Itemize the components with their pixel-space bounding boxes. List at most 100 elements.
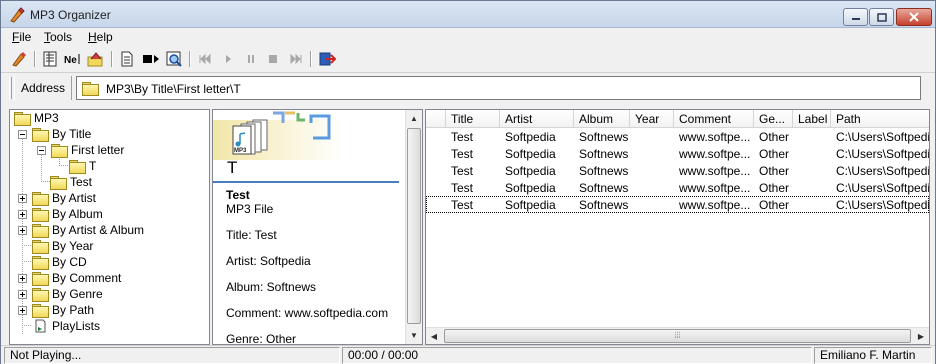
tree-item-label: By Title [52, 127, 92, 141]
folder-icon [32, 240, 49, 254]
tree-item-first-letter[interactable]: First letter [37, 142, 124, 158]
search-icon [166, 51, 182, 67]
minimize-button[interactable] [843, 8, 868, 26]
collapse-icon[interactable] [18, 129, 27, 139]
maximize-button[interactable] [869, 8, 894, 26]
tree-item-by-cd[interactable]: By CD [32, 254, 87, 270]
tree-item-t[interactable]: T [69, 158, 96, 174]
expand-icon[interactable] [18, 273, 27, 283]
tree-item-by-genre[interactable]: By Genre [18, 286, 103, 302]
menu-tools[interactable]: Tools [44, 30, 72, 44]
close-button[interactable] [896, 8, 932, 26]
stop-icon [269, 55, 277, 63]
tag-editor-button[interactable] [40, 50, 60, 68]
table-row[interactable]: Test Softpedia Softnews www.softpe... Other C… [426, 179, 929, 196]
column-header-path[interactable]: Path [831, 110, 929, 128]
scroll-down-button[interactable]: ▼ [406, 327, 422, 344]
tree-item-playlists[interactable]: PlayLists [32, 318, 100, 334]
exit-button[interactable] [317, 50, 337, 68]
next-icon [290, 54, 302, 64]
horizontal-scrollbar[interactable]: ◀ ⦙⦙⦙ ▶ [426, 327, 929, 344]
toolbar-app-button[interactable] [9, 50, 29, 68]
tree-item-by-album[interactable]: By Album [18, 206, 103, 222]
column-header-artist[interactable]: Artist [500, 110, 574, 128]
tree-item-by-artist-album[interactable]: By Artist & Album [18, 222, 144, 238]
column-header-album[interactable]: Album [574, 110, 630, 128]
tree-item-by-year[interactable]: By Year [32, 238, 93, 254]
column-header-blank[interactable] [426, 110, 446, 128]
tree-item-label: By Artist [52, 191, 97, 205]
play-list-button[interactable] [141, 50, 161, 68]
scroll-right-button[interactable]: ▶ [913, 328, 929, 344]
tree-item-by-artist[interactable]: By Artist [18, 190, 96, 206]
scroll-thumb[interactable] [407, 128, 421, 324]
toolbar-separator [189, 51, 191, 67]
tree-item-label: By Year [52, 239, 94, 253]
column-header-comment[interactable]: Comment [674, 110, 754, 128]
tree-connector [22, 245, 31, 246]
column-header-label[interactable]: Label [793, 110, 831, 128]
expand-icon[interactable] [18, 305, 27, 315]
tree-item-by-comment[interactable]: By Comment [18, 270, 121, 286]
column-header-title[interactable]: Title [446, 110, 500, 128]
cell-path: C:\Users\Softpedia [836, 181, 929, 195]
search-button[interactable] [164, 50, 184, 68]
home-folder-button[interactable] [86, 50, 106, 68]
title-bar[interactable]: MP3 Organizer [1, 1, 935, 28]
expand-icon[interactable] [18, 289, 27, 299]
address-label: Address [14, 76, 72, 100]
menu-help-label: elp [96, 30, 113, 44]
pause-button[interactable] [241, 50, 261, 68]
cell-comment: www.softpe... [679, 130, 751, 144]
scroll-thumb[interactable]: ⦙⦙⦙ [444, 329, 911, 343]
play-list-icon [143, 55, 159, 63]
cell-path: C:\Users\Softpedia [836, 198, 929, 212]
table-row[interactable]: Test Softpedia Softnews www.softpe... Other C… [426, 128, 929, 145]
table-row[interactable]: Test Softpedia Softnews www.softpe... Other C… [426, 145, 929, 162]
document-icon [121, 51, 133, 67]
tree-item-test[interactable]: Test [50, 174, 92, 190]
expand-icon[interactable] [18, 209, 27, 219]
document-button[interactable] [117, 50, 137, 68]
expand-icon[interactable] [18, 193, 27, 203]
address-bar-grip[interactable] [9, 77, 12, 99]
tree-connector [22, 325, 31, 326]
stop-button[interactable] [263, 50, 283, 68]
cell-title: Test [451, 198, 474, 212]
tree-item-label: By Album [52, 207, 103, 221]
arrow-left-icon: ◀ [430, 332, 438, 341]
tree-item-mp3[interactable]: MP3 [14, 110, 59, 126]
tree-item-label: MP3 [34, 111, 59, 125]
file-type: MP3 File [226, 202, 274, 216]
menu-help[interactable]: Help [88, 30, 113, 44]
app-window: MP3 Organizer File Tools Help Ne Address… [0, 0, 936, 364]
scroll-left-button[interactable]: ◀ [426, 328, 442, 344]
scroll-up-button[interactable]: ▲ [406, 110, 422, 127]
tree-item-label: PlayLists [52, 319, 101, 333]
expand-icon[interactable] [18, 225, 27, 235]
close-icon [909, 12, 919, 22]
minimize-icon [851, 18, 860, 20]
tree-item-by-title[interactable]: By Title [18, 126, 91, 142]
collapse-icon[interactable] [37, 145, 46, 155]
next-button[interactable] [286, 50, 306, 68]
table-row[interactable]: Test Softpedia Softnews www.softpe... Other C… [426, 162, 929, 179]
play-button[interactable] [218, 50, 238, 68]
cell-comment: www.softpe... [679, 198, 751, 212]
rename-button[interactable]: Ne [63, 50, 83, 68]
cell-comment: www.softpe... [679, 164, 751, 178]
address-bar: Address MP3\By Title\First letter\T [1, 72, 935, 102]
file-list[interactable]: Title Artist Album Year Comment Ge... La… [425, 109, 930, 345]
cell-title: Test [451, 181, 474, 195]
address-input[interactable]: MP3\By Title\First letter\T [76, 76, 921, 100]
column-header-genre[interactable]: Ge... [754, 110, 793, 128]
menu-file[interactable]: File [12, 30, 31, 44]
previous-button[interactable] [195, 50, 215, 68]
folder-tree[interactable]: MP3 By Title First letter T Test By Arti… [9, 109, 210, 345]
folder-title: T [227, 158, 238, 177]
table-row[interactable]: Test Softpedia Softnews www.softpe... Other C… [426, 196, 929, 213]
cell-genre: Other [759, 181, 790, 195]
info-scrollbar[interactable]: ▲ ▼ [405, 110, 422, 344]
tree-item-by-path[interactable]: By Path [18, 302, 94, 318]
column-header-year[interactable]: Year [630, 110, 674, 128]
